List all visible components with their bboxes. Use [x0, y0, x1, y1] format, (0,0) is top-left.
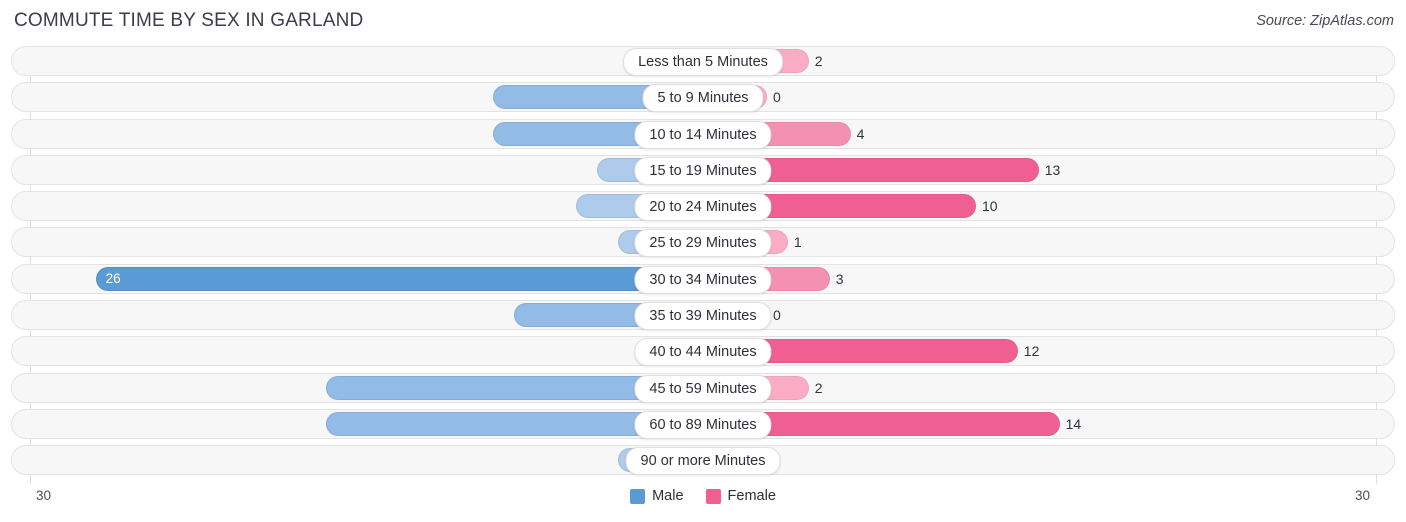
category-label: 25 to 29 Minutes	[634, 229, 772, 258]
category-label: 90 or more Minutes	[625, 447, 781, 476]
plot-area: 02Less than 5 Minutes705 to 9 Minutes741…	[0, 46, 1406, 484]
legend-label: Male	[652, 488, 684, 504]
row-bars: 151460 to 89 Minutes	[0, 409, 1406, 439]
category-label: 15 to 19 Minutes	[634, 156, 772, 185]
female-value-label: 2	[814, 53, 823, 69]
bar-row[interactable]: 21315 to 19 Minutes	[0, 154, 1406, 185]
female-value-label: 12	[1023, 343, 1040, 360]
bar-row[interactable]: 705 to 9 Minutes	[0, 82, 1406, 113]
page-title: COMMUTE TIME BY SEX IN GARLAND	[14, 10, 364, 31]
bar-row[interactable]: 6035 to 39 Minutes	[0, 300, 1406, 331]
female-value-label: 10	[982, 198, 998, 215]
source-attribution: Source: ZipAtlas.com	[1256, 13, 1394, 29]
category-label: 35 to 39 Minutes	[634, 302, 772, 331]
legend-item-male[interactable]: Male	[630, 488, 684, 504]
bar-row[interactable]: 02Less than 5 Minutes	[0, 46, 1406, 76]
bar-rows: 02Less than 5 Minutes705 to 9 Minutes741…	[0, 46, 1406, 482]
row-bars: 7410 to 14 Minutes	[0, 119, 1406, 149]
category-label: 5 to 9 Minutes	[642, 84, 764, 113]
female-value-label: 13	[1044, 161, 1061, 178]
chart-header: COMMUTE TIME BY SEX IN GARLAND Source: Z…	[0, 0, 1406, 44]
bar-row[interactable]: 151460 to 89 Minutes	[0, 408, 1406, 439]
bar-row[interactable]: 26 3 30 to 34 Minutes	[0, 263, 1406, 294]
bar-row[interactable]: 15245 to 59 Minutes	[0, 372, 1406, 403]
male-bar[interactable]	[95, 266, 703, 291]
row-bars: 01240 to 44 Minutes	[0, 336, 1406, 367]
legend-swatch-icon	[630, 488, 646, 504]
category-label: 60 to 89 Minutes	[634, 410, 772, 439]
female-value-label: 4	[856, 125, 865, 142]
bar-row[interactable]: 31020 to 24 Minutes	[0, 191, 1406, 222]
male-value-label: 26	[105, 270, 121, 286]
female-value-label: 0	[773, 307, 781, 324]
row-bars: 26 3 30 to 34 Minutes	[0, 264, 1406, 294]
bar-row[interactable]: 01240 to 44 Minutes	[0, 336, 1406, 367]
chart-legend: Male Female	[0, 488, 1406, 504]
row-bars: 6035 to 39 Minutes	[0, 300, 1406, 331]
female-value-label: 1	[793, 234, 802, 251]
category-label: 40 to 44 Minutes	[634, 338, 772, 367]
row-bars: 1125 to 29 Minutes	[0, 227, 1406, 258]
row-bars: 15245 to 59 Minutes	[0, 373, 1406, 403]
bar-row[interactable]: 7410 to 14 Minutes	[0, 118, 1406, 149]
category-label: 20 to 24 Minutes	[634, 193, 772, 222]
category-label: 30 to 34 Minutes	[634, 265, 772, 294]
category-label: 45 to 59 Minutes	[634, 374, 772, 403]
female-value-label: 0	[773, 89, 781, 106]
bar-row[interactable]: 1090 or more Minutes	[0, 445, 1406, 476]
row-bars: 21315 to 19 Minutes	[0, 155, 1406, 185]
legend-label: Female	[727, 488, 776, 504]
row-bars: 02Less than 5 Minutes	[0, 46, 1406, 76]
category-label: 10 to 14 Minutes	[634, 120, 772, 149]
row-bars: 31020 to 24 Minutes	[0, 191, 1406, 222]
chart-footer: 30 30 Male Female	[0, 484, 1406, 522]
row-bars: 1090 or more Minutes	[0, 445, 1406, 476]
female-value-label: 3	[835, 270, 844, 287]
category-label: Less than 5 Minutes	[623, 48, 783, 76]
legend-swatch-icon	[705, 488, 721, 504]
row-bars: 705 to 9 Minutes	[0, 82, 1406, 113]
female-value-label: 14	[1065, 415, 1082, 432]
female-value-label: 2	[814, 379, 823, 396]
bar-row[interactable]: 1125 to 29 Minutes	[0, 227, 1406, 258]
legend-item-female[interactable]: Female	[705, 488, 776, 504]
commute-time-chart: COMMUTE TIME BY SEX IN GARLAND Source: Z…	[0, 0, 1406, 522]
